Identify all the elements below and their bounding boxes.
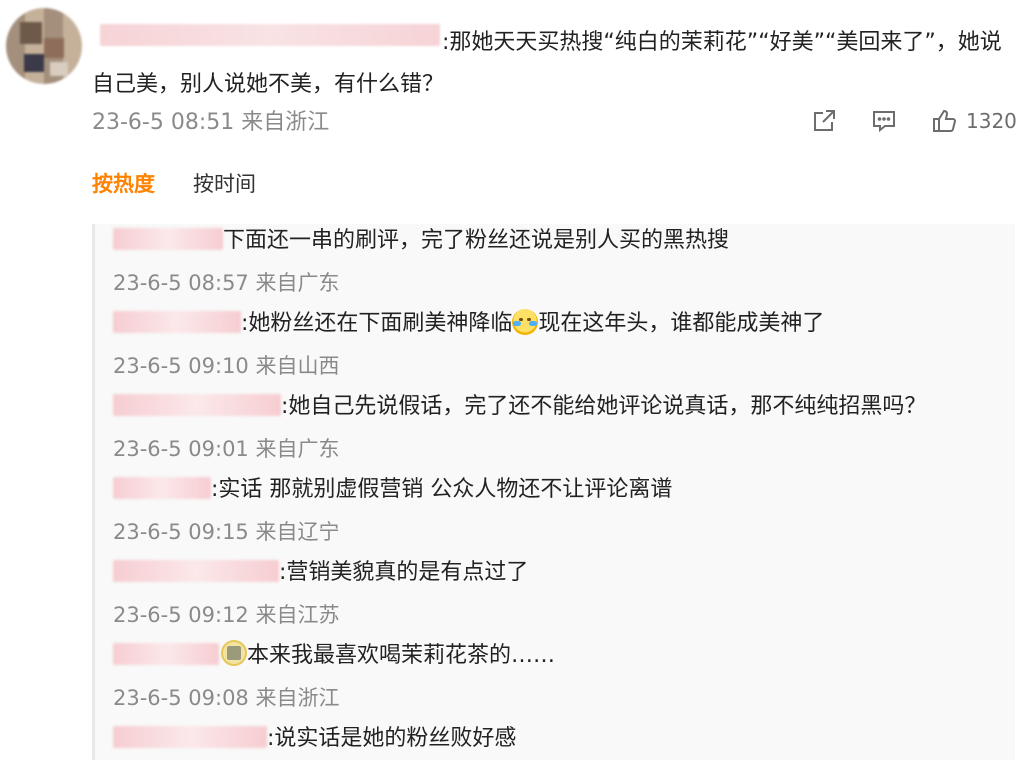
list-item: :她自己先说假话，完了还不能给她评论说真话，那不纯纯招黑吗？ 23-6-5 09… (113, 390, 1003, 466)
list-item: 本来我最喜欢喝茉莉花茶的…… 23-6-5 09:08 来自浙江 (113, 639, 1003, 715)
tab-sort-by-time[interactable]: 按时间 (193, 168, 256, 198)
reply-text: :她粉丝还在下面刷美神降临 现在这年头，谁都能成美神了 (113, 307, 1003, 341)
reply-time: 23-6-5 08:57 来自广东 (113, 271, 340, 295)
thumbs-up-icon (933, 109, 957, 132)
list-item: :营销美貌真的是有点过了 23-6-5 09:12 来自江苏 (113, 556, 1003, 632)
comment-icon (873, 111, 895, 133)
list-item: :说实话是她的粉丝败好感 (113, 722, 1003, 756)
username-mask[interactable] (113, 311, 241, 333)
reply-text: :营销美貌真的是有点过了 (113, 556, 1003, 590)
list-item: 下面还一串的刷评，完了粉丝还说是别人买的黑热搜 23-6-5 08:57 来自广… (113, 224, 1003, 300)
like-button[interactable]: 1320 (930, 104, 1017, 138)
comment-time: 23-6-5 08:51 来自浙江 (92, 110, 330, 135)
reply-text: :她自己先说假话，完了还不能给她评论说真话，那不纯纯招黑吗？ (113, 390, 1003, 424)
username-mask[interactable] (113, 560, 279, 582)
share-button[interactable] (810, 104, 838, 138)
list-item: :实话 那就别虚假营销 公众人物还不让评论离谱 23-6-5 09:15 来自辽… (113, 473, 1003, 549)
comment-text: :那她天天买热搜“纯白的茉莉花”“好美”“美回来了”，她说自己美，别人说她不美，… (92, 30, 1002, 97)
sort-tabs: 按热度 按时间 (92, 168, 256, 198)
list-item: :她粉丝还在下面刷美神降临 现在这年头，谁都能成美神了 23-6-5 09:10 … (113, 307, 1003, 383)
tab-sort-by-hot[interactable]: 按热度 (92, 168, 155, 198)
reply-time: 23-6-5 09:08 来自浙江 (113, 686, 340, 710)
like-count: 1320 (966, 109, 1017, 133)
reply-button[interactable] (870, 104, 898, 138)
username-mask[interactable] (113, 394, 281, 416)
reply-time: 23-6-5 09:12 来自江苏 (113, 603, 340, 627)
crying-laughing-emoji-icon (512, 309, 539, 335)
reply-time: 23-6-5 09:01 来自广东 (113, 437, 340, 461)
share-icon (814, 110, 835, 131)
reply-time: 23-6-5 09:15 来自辽宁 (113, 520, 340, 544)
reply-text: 下面还一串的刷评，完了粉丝还说是别人买的黑热搜 (113, 224, 1003, 258)
username-mask[interactable] (113, 643, 219, 665)
reply-text: 本来我最喜欢喝茉莉花茶的…… (113, 639, 1003, 673)
reply-list: 下面还一串的刷评，完了粉丝还说是别人买的黑热搜 23-6-5 08:57 来自广… (92, 224, 1015, 760)
username-mask[interactable] (113, 228, 223, 250)
reply-text: :说实话是她的粉丝败好感 (113, 722, 1003, 756)
tea-emoji-icon (221, 640, 247, 666)
reply-text: :实话 那就别虚假营销 公众人物还不让评论离谱 (113, 473, 1003, 507)
avatar[interactable] (6, 8, 82, 84)
username-mask[interactable] (113, 477, 211, 499)
reply-time: 23-6-5 09:10 来自山西 (113, 354, 340, 378)
username-mask[interactable] (113, 726, 267, 748)
comment-meta: 23-6-5 08:51 来自浙江 1320 (92, 104, 1022, 138)
